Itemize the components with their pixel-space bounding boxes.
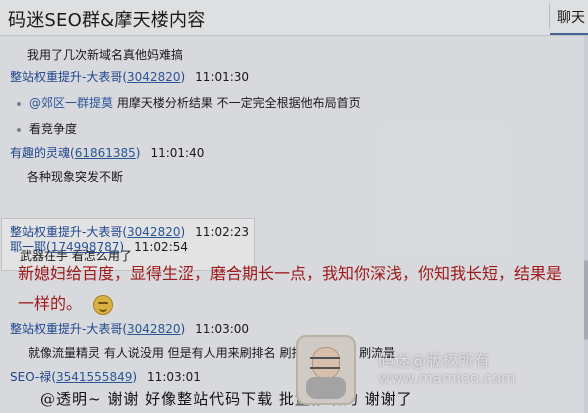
tab-chat[interactable]: 聊天 (557, 7, 585, 27)
message-sender[interactable]: 整站权重提升-大表哥(3042820) 11:01:30 (10, 68, 249, 85)
scrollbar-track[interactable] (584, 36, 588, 413)
scrollbar-thumb[interactable] (584, 260, 588, 340)
message-time: 11:01:30 (195, 70, 250, 84)
message-text-body: 用摩天楼分析结果 不一定完全根据他布局首页 (116, 96, 361, 110)
sender-name[interactable]: 整站权重提升-大表哥 (10, 322, 122, 336)
sender-name[interactable]: 整站权重提升-大表哥 (10, 225, 122, 239)
chat-window: 码迷SEO群&摩天楼内容 聊天 我用了几次新域名真他妈难搞 整站权重提升-大表哥… (0, 0, 588, 413)
message-sender[interactable]: 耶一耶(174998787) 11:02:54 (10, 238, 188, 255)
sender-qq[interactable]: 3042820 (127, 225, 180, 239)
sender-qq[interactable]: 3042820 (127, 322, 180, 336)
message-text-body: 一样的。 (18, 294, 83, 313)
message-sender[interactable]: SEO-禄(3541555849) 11:03:01 (10, 368, 201, 385)
message-time: 11:03:00 (195, 322, 250, 336)
mention[interactable]: @郊区一群提莫 (29, 96, 113, 110)
message-sender[interactable]: 整站权重提升-大表哥(3042820) 11:03:00 (10, 320, 249, 337)
message-text: 我用了几次新域名真他妈难搞 (27, 48, 184, 62)
active-tab-indicator (550, 33, 588, 35)
avatar-shirt (306, 377, 346, 399)
message-text: 各种现象突发不断 (27, 170, 124, 184)
message-text: 一样的。 (18, 290, 114, 315)
sender-name[interactable]: 整站权重提升-大表哥 (10, 70, 122, 84)
sender-name[interactable]: SEO-禄 (10, 370, 51, 384)
message-text-body: 看竞争度 (29, 122, 78, 136)
message-time: 11:03:01 (147, 370, 201, 384)
window-header: 码迷SEO群&摩天楼内容 聊天 (0, 0, 588, 36)
message-text: @透明~ 谢谢 好像整站代码下载 批量修改的 谢谢了 (40, 390, 413, 408)
message-time: 11:02:23 (195, 225, 250, 239)
sender-name[interactable]: 有趣的灵魂 (10, 146, 70, 160)
bullet-icon (17, 127, 21, 132)
sender-qq[interactable]: 174998787 (51, 240, 120, 254)
header-divider (549, 3, 550, 29)
message-text: 新媳妇给百度，显得生涩，磨合期长一点，我知你深浅，你知我长短，结果是 (18, 264, 563, 283)
chat-transcript[interactable]: 我用了几次新域名真他妈难搞 整站权重提升-大表哥(3042820) 11:01:3… (0, 36, 588, 413)
bullet-icon (17, 101, 21, 106)
window-title: 码迷SEO群&摩天楼内容 (8, 10, 206, 31)
watermark-avatar-image (296, 335, 356, 405)
watermark-url: www.mamioo.com (378, 369, 516, 387)
avatar-glasses (310, 357, 340, 369)
message-text: 看竞争度 (17, 120, 77, 137)
message-sender[interactable]: 有趣的灵魂(61861385) 11:01:40 (10, 144, 204, 161)
message-time: 11:02:54 (134, 240, 189, 254)
sender-qq[interactable]: 3541555849 (56, 370, 132, 384)
sender-name[interactable]: 耶一耶 (10, 240, 46, 254)
message-text: @郊区一群提莫 用摩天楼分析结果 不一定完全根据他布局首页 (17, 94, 361, 111)
smiley-emoji-icon (93, 294, 114, 315)
sender-qq[interactable]: 3042820 (127, 70, 180, 84)
sender-qq[interactable]: 61861385 (75, 146, 136, 160)
message-time: 11:01:40 (150, 146, 205, 160)
watermark-text: 码迷@版权所有 (378, 351, 491, 370)
